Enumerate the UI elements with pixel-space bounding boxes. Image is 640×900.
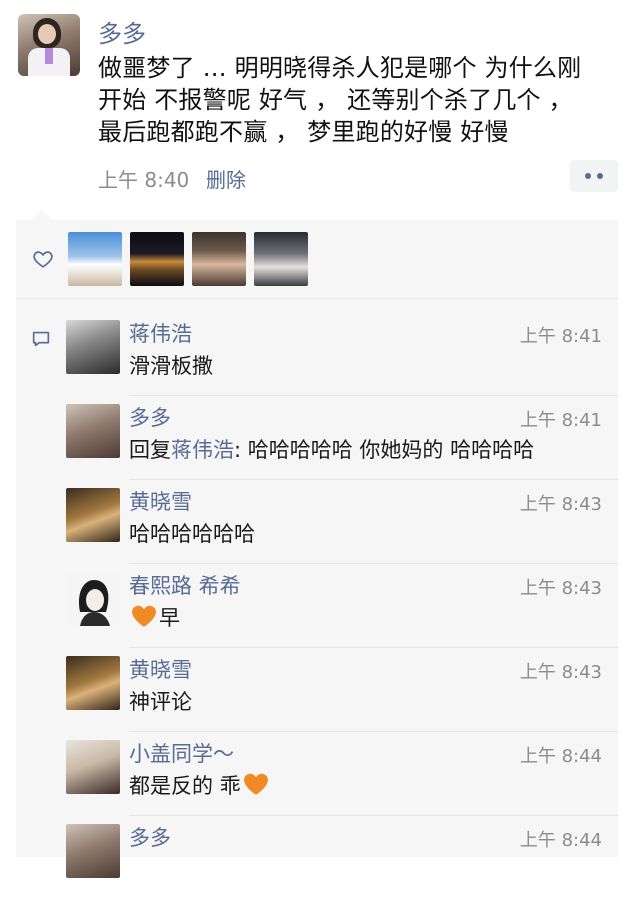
comment-time: 上午 8:44 [519, 746, 602, 767]
more-dots-icon [585, 173, 591, 179]
orange-heart-emoji [243, 773, 268, 795]
like-avatar[interactable] [254, 232, 308, 286]
reply-prefix: 回复 [129, 438, 171, 462]
comment-item[interactable]: 黄晓雪 上午 8:43 神评论 [16, 648, 618, 732]
post-text-line: 开始 不报警呢 好气 ， 还等别个杀了几个 ， [98, 86, 573, 114]
more-button[interactable] [570, 160, 618, 192]
comment-text: 神评论 [129, 690, 192, 714]
comment-text: 都是反的 乖 [129, 770, 271, 800]
comment-item[interactable]: 多多 上午 8:44 [16, 816, 618, 900]
commenter-avatar[interactable] [66, 572, 120, 626]
comment-time: 上午 8:43 [519, 662, 602, 683]
commenter-avatar[interactable] [66, 488, 120, 542]
comment-item[interactable]: 黄晓雪 上午 8:43 哈哈哈哈哈哈 [16, 480, 618, 564]
commenter-avatar[interactable] [66, 740, 120, 794]
commenter-avatar[interactable] [66, 824, 120, 878]
post-text-line: 做噩梦了 … 明明晓得杀人犯是哪个 为什么刚 [98, 54, 582, 82]
reply-mention[interactable]: 蒋伟浩 [171, 438, 234, 462]
post-timestamp: 上午 8:40 [98, 168, 190, 192]
commenter-name[interactable]: 多多 [129, 822, 171, 852]
commenter-avatar[interactable] [66, 656, 120, 710]
heart-icon [33, 251, 53, 268]
commenter-name[interactable]: 多多 [129, 402, 171, 432]
comment-time: 上午 8:41 [519, 410, 602, 431]
commenter-name[interactable]: 黄晓雪 [129, 654, 192, 684]
comment-text: 回复蒋伟浩: 哈哈哈哈哈 你她妈的 哈哈哈哈 [129, 434, 534, 464]
comment-time: 上午 8:41 [519, 326, 602, 347]
commenter-name[interactable]: 小盖同学～ [129, 738, 234, 768]
commenter-name[interactable]: 黄晓雪 [129, 486, 192, 516]
comment-item[interactable]: 蒋伟浩 上午 8:41 滑滑板撒 [16, 312, 618, 396]
comment-time: 上午 8:44 [519, 830, 602, 851]
comment-item[interactable]: 多多 上午 8:41 回复蒋伟浩: 哈哈哈哈哈 你她妈的 哈哈哈哈 [16, 396, 618, 480]
comment-item[interactable]: 春熙路 希希 上午 8:43 早 [16, 564, 618, 648]
like-avatar[interactable] [130, 232, 184, 286]
commenter-avatar[interactable] [66, 320, 120, 374]
comment-text-body: 都是反的 乖 [129, 774, 241, 798]
commenter-name[interactable]: 蒋伟浩 [129, 318, 192, 348]
likes-divider [16, 298, 618, 299]
like-avatar[interactable] [192, 232, 246, 286]
reply-body: : 哈哈哈哈哈 你她妈的 哈哈哈哈 [234, 438, 535, 462]
comment-text-body: 早 [159, 606, 180, 630]
panel-caret [32, 210, 52, 220]
post-author-avatar[interactable] [18, 14, 80, 76]
orange-heart-emoji [132, 605, 156, 627]
commenter-name[interactable]: 春熙路 希希 [129, 570, 241, 600]
comment-text: 滑滑板撒 [129, 354, 213, 378]
comment-time: 上午 8:43 [519, 494, 602, 515]
post-text-line: 最后跑都跑不赢 ， 梦里跑的好慢 好慢 [98, 118, 509, 146]
interaction-panel: 蒋伟浩 上午 8:41 滑滑板撒 多多 上午 8:41 回复蒋伟浩: 哈哈哈哈哈… [16, 220, 618, 878]
comment-item[interactable]: 小盖同学～ 上午 8:44 都是反的 乖 [16, 732, 618, 816]
more-dots-icon [597, 173, 603, 179]
comment-text: 早 [129, 602, 180, 632]
post-text: 做噩梦了 … 明明晓得杀人犯是哪个 为什么刚 开始 不报警呢 好气 ， 还等别个… [98, 52, 628, 148]
comment-time: 上午 8:43 [519, 578, 602, 599]
commenter-avatar[interactable] [66, 404, 120, 458]
delete-link[interactable]: 删除 [206, 164, 246, 193]
like-avatar[interactable] [68, 232, 122, 286]
post-author-name[interactable]: 多多 [98, 14, 146, 49]
comment-text: 哈哈哈哈哈哈 [129, 522, 255, 546]
likes-row [16, 220, 618, 298]
